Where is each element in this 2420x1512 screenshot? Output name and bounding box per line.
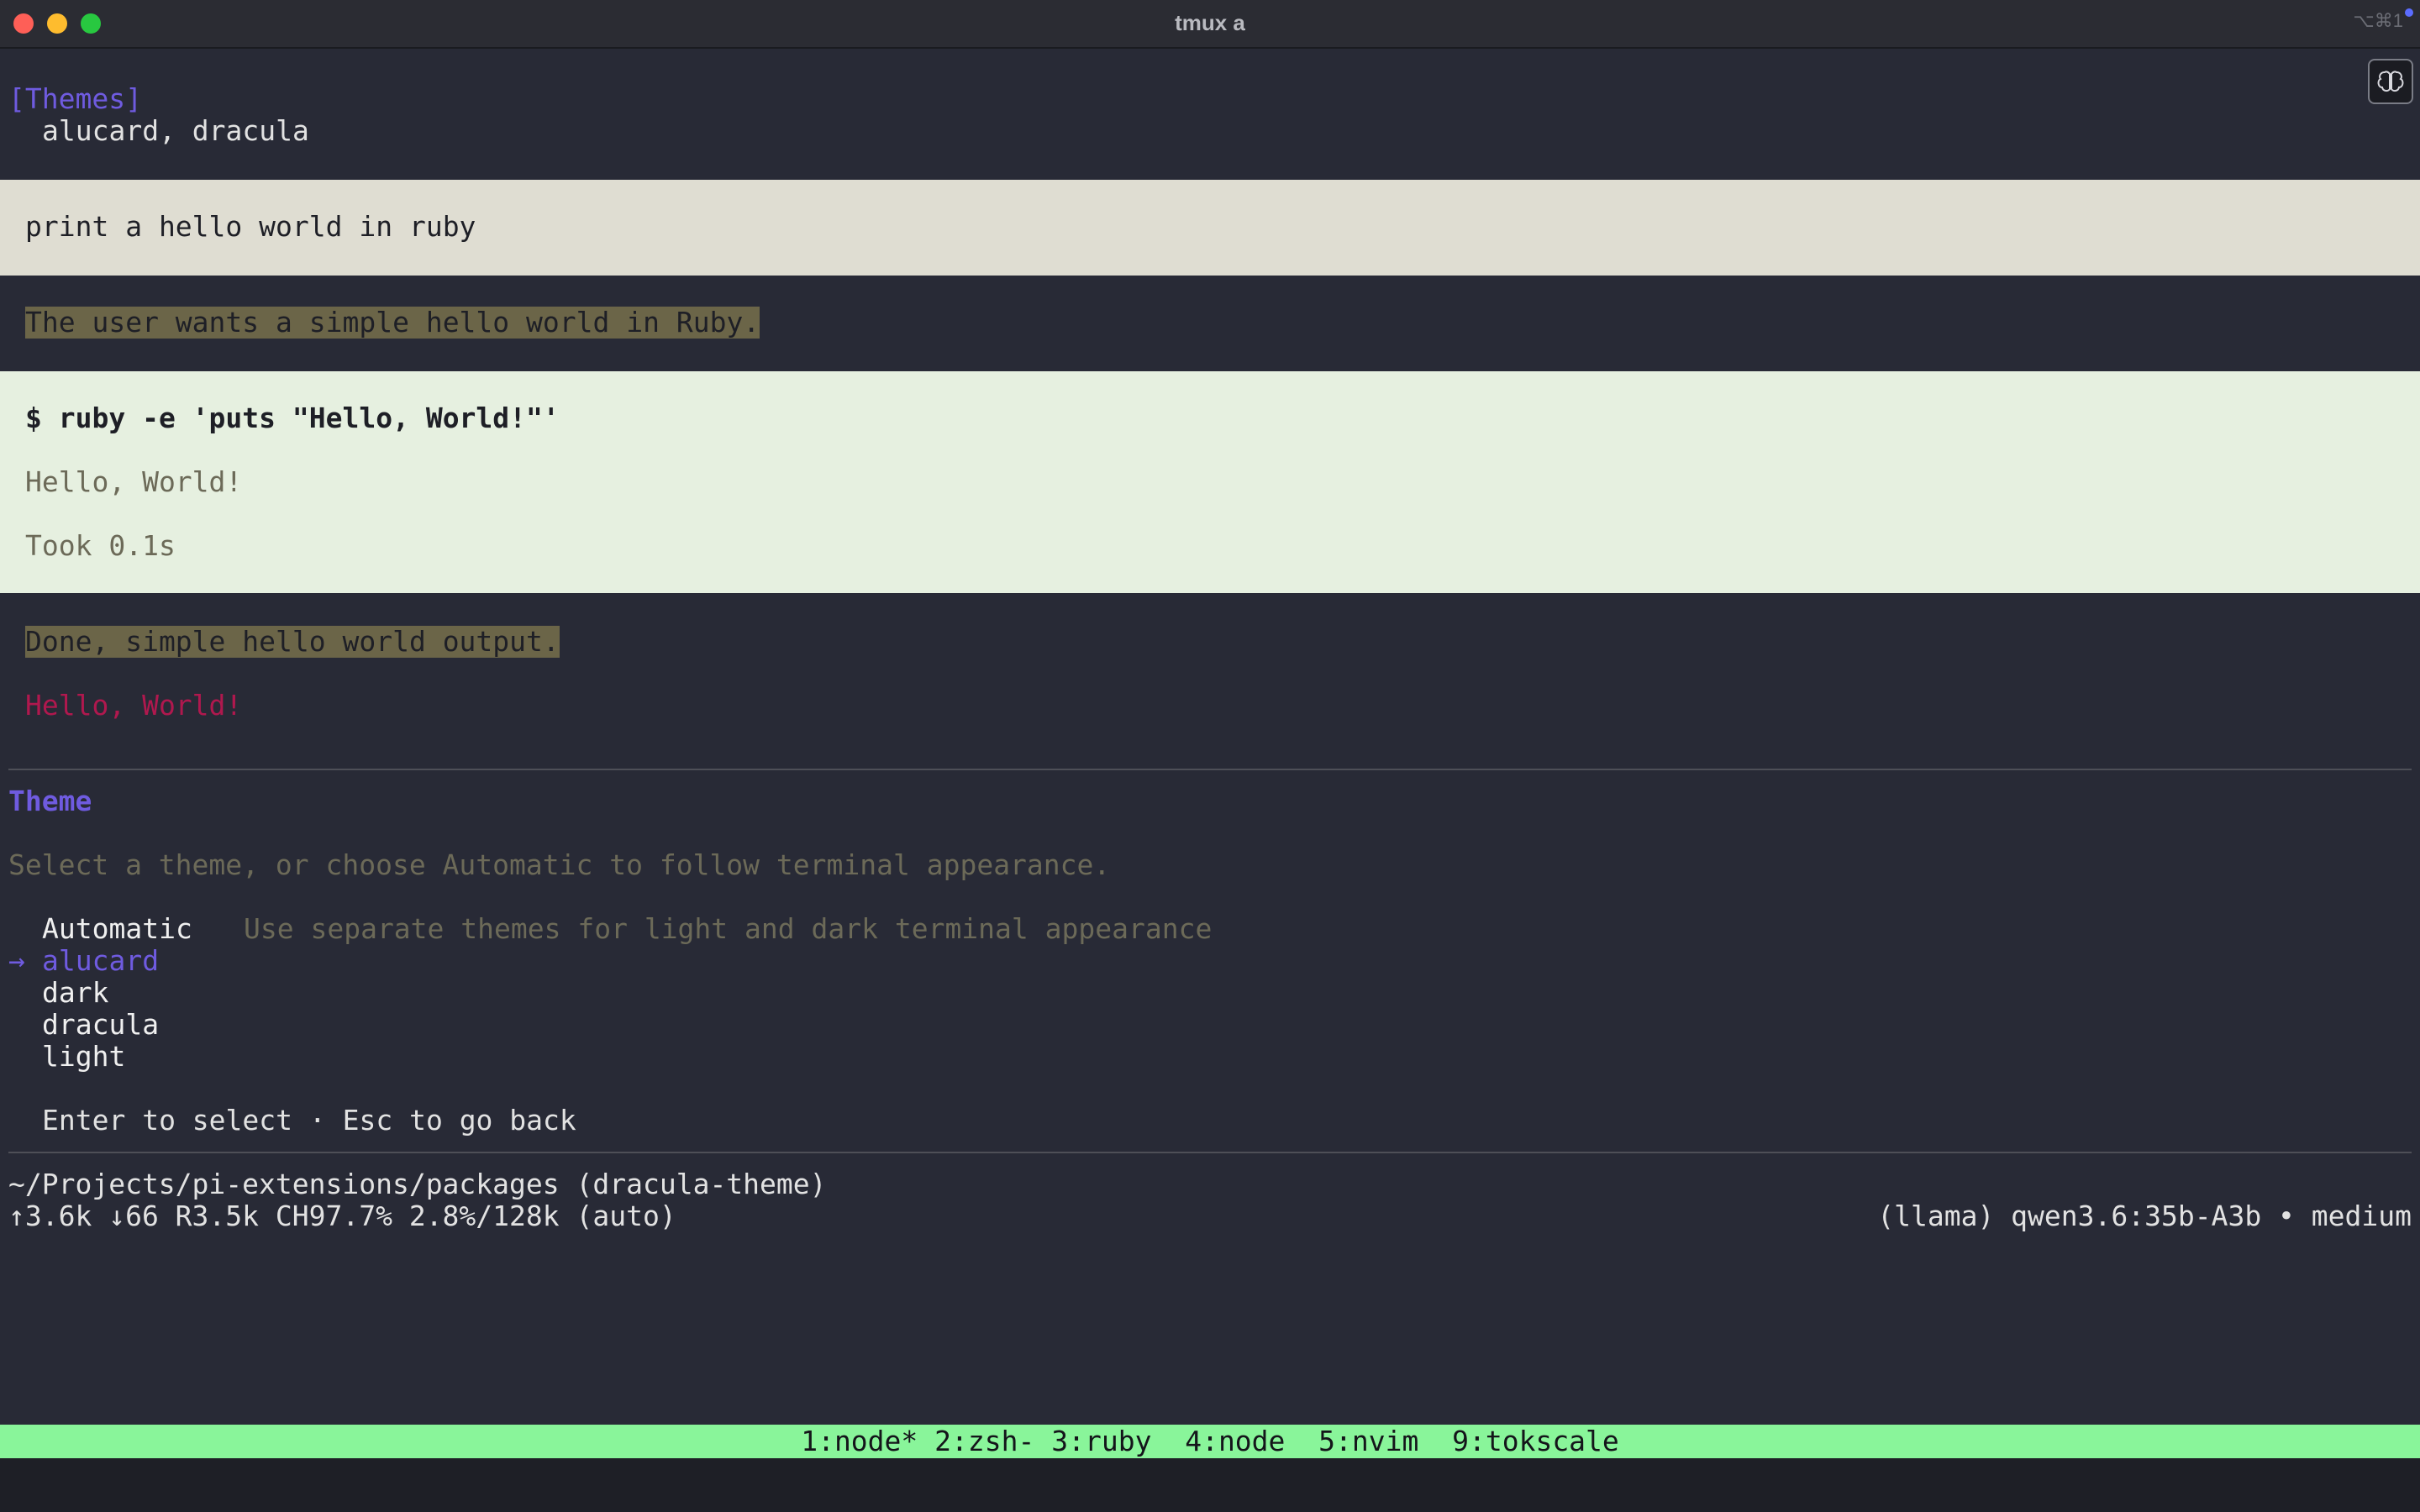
tmux-window-tab[interactable]: 5:nvim (1318, 1425, 1435, 1457)
theme-picker-description: Select a theme, or choose Automatic to f… (8, 848, 1111, 881)
user-message: print a hello world in ruby (25, 210, 476, 243)
tmux-window-tab[interactable]: 3:ruby (1051, 1425, 1168, 1457)
theme-option-dark[interactable]: dark (42, 977, 108, 1009)
brain-icon-button[interactable] (2368, 59, 2413, 104)
theme-option-alucard[interactable]: alucard (42, 945, 159, 977)
theme-option-light[interactable]: light (42, 1041, 125, 1073)
thinking-text: Done, simple hello world output. (25, 625, 560, 658)
tool-duration: Took 0.1s (25, 529, 176, 562)
window-title: tmux a (1175, 10, 1245, 35)
tmux-window-tab[interactable]: 2:zsh- (934, 1425, 1034, 1457)
tool-call-block: $ ruby -e 'puts "Hello, World!"' Hello, … (0, 371, 2420, 593)
divider (8, 1152, 2412, 1153)
divider (8, 769, 2412, 770)
title-bar: tmux a ⌥⌘1 (0, 0, 2420, 49)
theme-picker-title: Theme (8, 785, 92, 817)
tmux-window-tab[interactable]: 9:tokscale (1452, 1425, 1619, 1457)
selection-arrow-icon: → (8, 944, 25, 977)
tmux-status-bar: 1:node* 2:zsh- 3:ruby 4:node 5:nvim 9:to… (0, 1425, 2420, 1458)
assistant-reply: Hello, World! (25, 689, 243, 722)
user-message-block: print a hello world in ruby (0, 180, 2420, 276)
theme-option-hint: Use separate themes for light and dark t… (244, 912, 1213, 945)
theme-picker-footer: Enter to select · Esc to go back (42, 1104, 576, 1137)
terminal-window: tmux a ⌥⌘1 [Themes] alucard, dracula pri… (0, 0, 2420, 1512)
window-shortcut: ⌥⌘1 (2353, 10, 2403, 31)
brain-icon (2377, 71, 2404, 92)
token-stats: ↑3.6k ↓66 R3.5k CH97.7% 2.8%/128k (auto) (8, 1200, 676, 1232)
notification-dot-icon (2405, 8, 2413, 17)
thinking-text: The user wants a simple hello world in R… (25, 306, 760, 339)
bottom-strip (0, 1458, 2420, 1512)
tmux-window-tab[interactable]: 1:node* (801, 1425, 918, 1457)
themes-list: alucard, dracula (42, 114, 309, 147)
cwd-path: ~/Projects/pi-extensions/packages (dracu… (8, 1168, 827, 1200)
theme-option-dracula[interactable]: dracula (42, 1009, 159, 1041)
model-info: (llama) qwen3.6:35b-A3b • medium (1877, 1200, 2412, 1232)
tool-output: Hello, World! (25, 465, 243, 498)
themes-header: [Themes] (8, 82, 142, 115)
tmux-window-tab[interactable]: 4:node (1185, 1425, 1302, 1457)
theme-option-automatic[interactable]: Automatic (42, 913, 192, 945)
tool-command: $ ruby -e 'puts "Hello, World!"' (25, 402, 560, 434)
